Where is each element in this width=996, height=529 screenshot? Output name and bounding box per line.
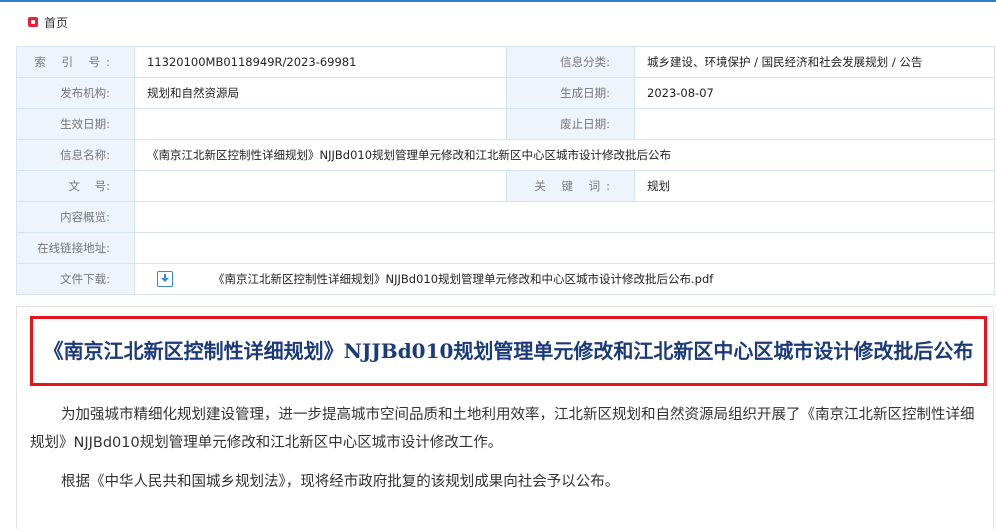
online-link-value — [134, 232, 995, 264]
category-value: 城乡建设、环境保护 / 国民经济和社会发展规划 / 公告 — [634, 46, 995, 78]
abolished-date-value — [634, 108, 995, 140]
effective-date-value — [134, 108, 507, 140]
table-row: 发布机构: 规划和自然资源局 生成日期: 2023-08-07 — [16, 77, 995, 109]
file-download-cell: 《南京江北新区控制性详细规划》NJJBd010规划管理单元修改和中心区城市设计修… — [134, 263, 995, 295]
publisher-label: 发布机构: — [16, 77, 135, 109]
table-row: 文 号: 关 键 词: 规划 — [16, 170, 995, 202]
table-row: 信息名称: 《南京江北新区控制性详细规划》NJJBd010规划管理单元修改和江北… — [16, 139, 995, 171]
download-icon[interactable] — [157, 271, 173, 287]
table-row: 在线链接地址: — [16, 232, 995, 264]
abolished-date-label: 废止日期: — [506, 108, 635, 140]
effective-date-label: 生效日期: — [16, 108, 135, 140]
breadcrumb-home-link[interactable]: 首页 — [44, 14, 68, 31]
doc-number-value — [134, 170, 507, 202]
article-title: 《南京江北新区控制性详细规划》NJJBd010规划管理单元修改和江北新区中心区城… — [43, 339, 974, 363]
category-label: 信息分类: — [506, 46, 635, 78]
table-row: 文件下载: 《南京江北新区控制性详细规划》NJJBd010规划管理单元修改和中心… — [16, 263, 995, 295]
summary-value — [134, 201, 995, 233]
pdf-download-link[interactable]: 《南京江北新区控制性详细规划》NJJBd010规划管理单元修改和中心区城市设计修… — [213, 271, 713, 287]
publisher-value: 规划和自然资源局 — [134, 77, 507, 109]
article-paragraph-1: 为加强城市精细化规划建设管理，进一步提高城市空间品质和土地利用效率，江北新区规划… — [30, 407, 975, 451]
top-accent-line — [0, 0, 996, 2]
table-row: 内容概览: — [16, 201, 995, 233]
online-link-label: 在线链接地址: — [16, 232, 135, 264]
summary-label: 内容概览: — [16, 201, 135, 233]
table-row: 索 引 号: 11320100MB0118949R/2023-69981 信息分… — [16, 46, 995, 78]
created-date-label: 生成日期: — [506, 77, 635, 109]
created-date-value: 2023-08-07 — [634, 77, 995, 109]
article-title-highlight: 《南京江北新区控制性详细规划》NJJBd010规划管理单元修改和江北新区中心区城… — [30, 316, 987, 386]
keywords-label: 关 键 词: — [506, 170, 635, 202]
breadcrumb: 首页 — [28, 13, 68, 31]
article-paragraph-2: 根据《中华人民共和国城乡规划法》，现将经市政府批复的该规划成果向社会予以公布。 — [61, 474, 620, 490]
home-bullet-icon — [28, 17, 38, 27]
info-metadata-table: 索 引 号: 11320100MB0118949R/2023-69981 信息分… — [16, 46, 995, 295]
table-row: 生效日期: 废止日期: — [16, 108, 995, 140]
info-name-label: 信息名称: — [16, 139, 135, 171]
info-name-value: 《南京江北新区控制性详细规划》NJJBd010规划管理单元修改和江北新区中心区城… — [134, 139, 995, 171]
keywords-value: 规划 — [634, 170, 995, 202]
file-download-label: 文件下载: — [16, 263, 135, 295]
index-value: 11320100MB0118949R/2023-69981 — [134, 46, 507, 78]
index-label: 索 引 号: — [16, 46, 135, 78]
doc-number-label: 文 号: — [16, 170, 135, 202]
